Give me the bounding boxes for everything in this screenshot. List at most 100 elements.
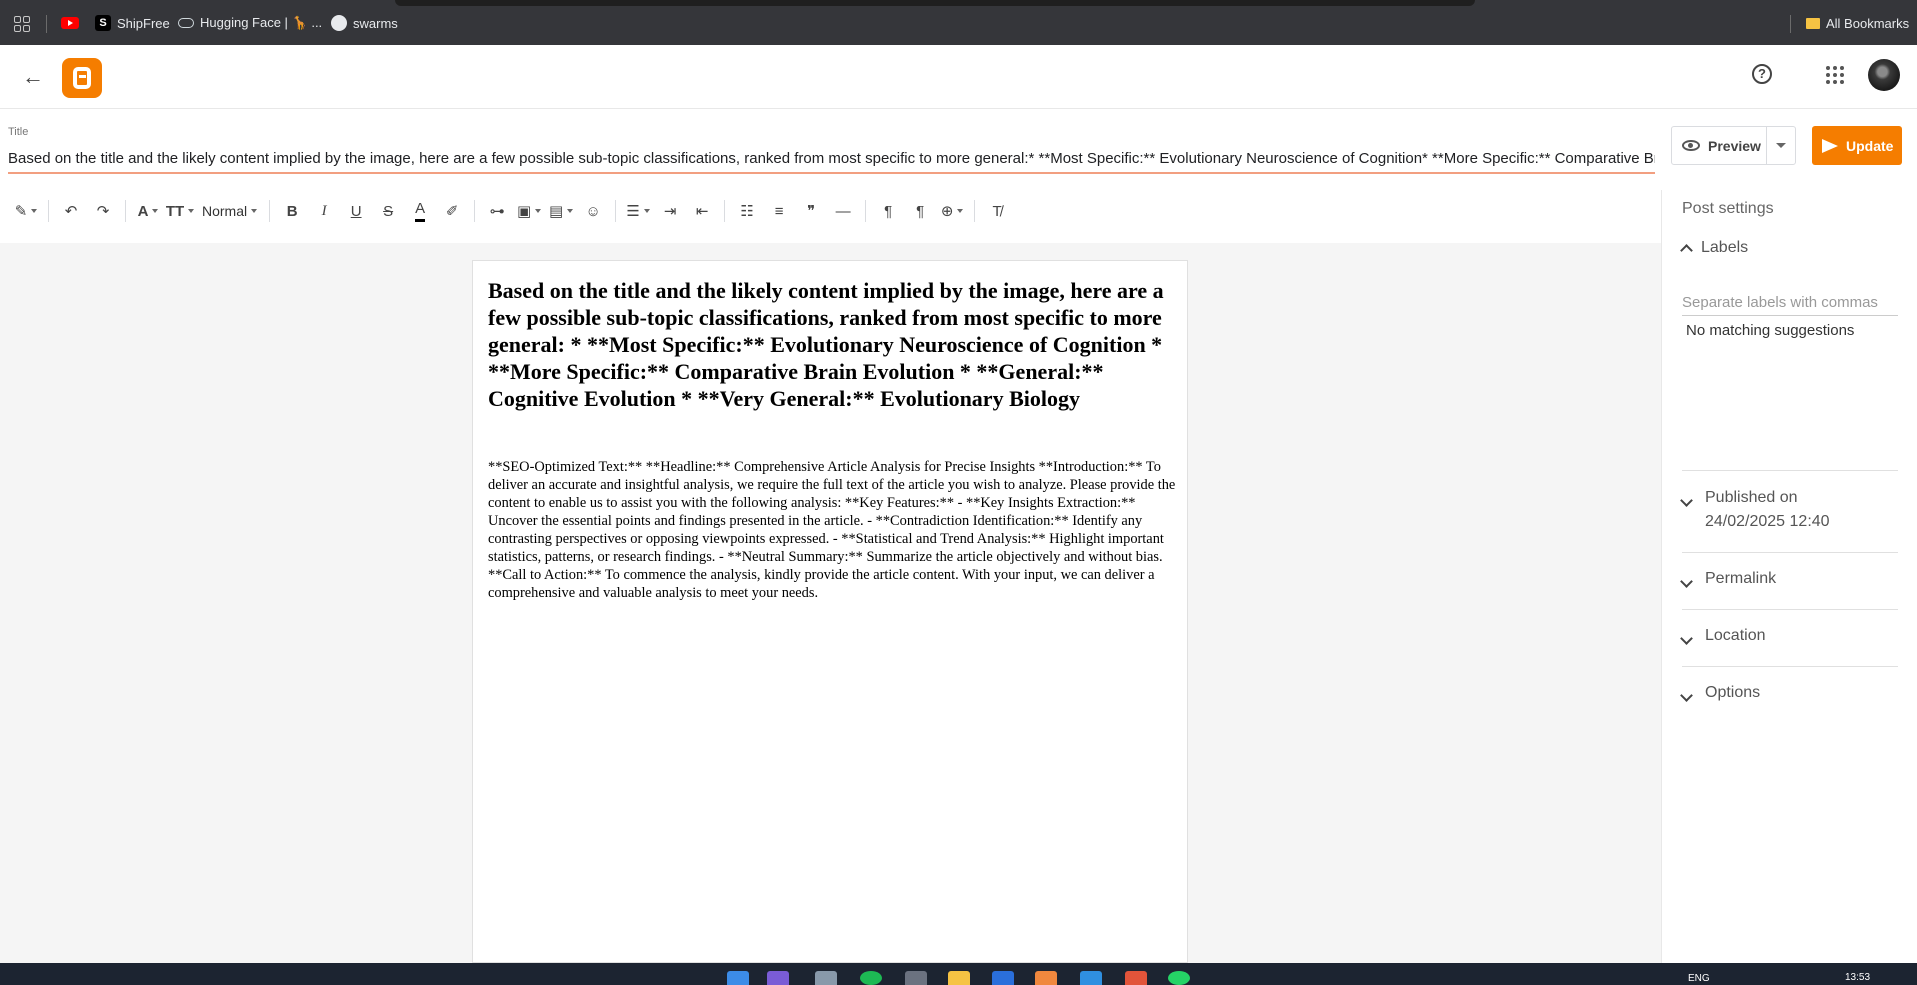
- blogger-logo[interactable]: [62, 58, 102, 98]
- folder-icon: [1806, 17, 1820, 29]
- bookmark-hugging-face[interactable]: Hugging Face | 🦒 ...: [178, 13, 322, 33]
- clear-formatting-icon[interactable]: T̸: [981, 195, 1013, 227]
- permalink-section[interactable]: Permalink: [1680, 567, 1898, 591]
- location-section[interactable]: Location: [1680, 624, 1898, 648]
- chevron-down-icon: [1680, 689, 1693, 702]
- location-label: Location: [1705, 627, 1766, 644]
- emoji-icon[interactable]: ☺: [577, 195, 609, 227]
- whatsapp-icon[interactable]: [1168, 971, 1190, 985]
- editor-toolbar: ✎ ↶ ↷ A TT Normal B I U S A ✐ ⊶ ▣ ▤ ☺ ☰ …: [0, 190, 1660, 232]
- permalink-label: Permalink: [1705, 570, 1777, 587]
- back-arrow-icon[interactable]: ←: [20, 64, 46, 90]
- preview-dropdown-caret-icon[interactable]: [1776, 143, 1786, 148]
- avatar[interactable]: [1868, 59, 1900, 91]
- title-label: Title: [8, 126, 29, 138]
- italic-icon[interactable]: I: [308, 195, 340, 227]
- apps-grid-icon[interactable]: [14, 16, 30, 32]
- all-bookmarks-button[interactable]: All Bookmarks: [1806, 13, 1909, 33]
- post-title-input[interactable]: Based on the title and the likely conten…: [8, 146, 1655, 174]
- options-section[interactable]: Options: [1680, 681, 1898, 705]
- clock[interactable]: 13:53: [1845, 972, 1870, 983]
- language-globe-icon[interactable]: ⊕: [936, 195, 968, 227]
- ltr-direction-icon[interactable]: ¶: [872, 195, 904, 227]
- shipfree-icon: S: [95, 15, 111, 31]
- browser-frame-edge: [395, 0, 1475, 6]
- vscode-icon[interactable]: [1080, 971, 1102, 985]
- file-explorer-icon[interactable]: [948, 971, 970, 985]
- strikethrough-icon[interactable]: S: [372, 195, 404, 227]
- update-button[interactable]: Update: [1812, 126, 1902, 165]
- bulleted-list-icon[interactable]: ☷: [731, 195, 763, 227]
- bookmark-shipfree[interactable]: S ShipFree: [95, 13, 170, 33]
- published-on-date: 24/02/2025 12:40: [1705, 513, 1830, 530]
- app-icon[interactable]: [1035, 971, 1057, 985]
- underline-icon[interactable]: U: [340, 195, 372, 227]
- published-on-section[interactable]: Published on 24/02/2025 12:40: [1680, 486, 1898, 534]
- bookmarks-bar: S ShipFree Hugging Face | 🦒 ... swarms A…: [0, 0, 1917, 45]
- bold-icon[interactable]: B: [276, 195, 308, 227]
- bookmarks-separator: [46, 15, 47, 33]
- os-taskbar: ENG 13:53: [0, 963, 1917, 985]
- highlight-color-icon[interactable]: ✐: [436, 195, 468, 227]
- insert-image-icon[interactable]: ▣: [513, 195, 545, 227]
- insert-video-icon[interactable]: ▤: [545, 195, 577, 227]
- chevron-down-icon: [1680, 494, 1693, 507]
- labels-input[interactable]: [1682, 290, 1898, 316]
- update-label: Update: [1846, 137, 1894, 154]
- options-label: Options: [1705, 684, 1761, 701]
- language-indicator[interactable]: ENG: [1688, 973, 1710, 984]
- github-icon: [331, 15, 347, 31]
- horizontal-rule-icon[interactable]: —: [827, 195, 859, 227]
- bookmarks-separator: [1790, 15, 1791, 33]
- bookmark-label: ShipFree: [117, 15, 170, 31]
- post-heading[interactable]: Based on the title and the likely conten…: [488, 277, 1178, 412]
- chrome-icon[interactable]: [1125, 971, 1147, 985]
- bookmark-swarms[interactable]: swarms: [331, 13, 398, 33]
- preview-button-group: Preview: [1671, 126, 1796, 165]
- undo-icon[interactable]: ↶: [55, 195, 87, 227]
- compose-mode-pencil-icon[interactable]: ✎: [10, 195, 42, 227]
- text-color-icon[interactable]: A: [404, 195, 436, 227]
- font-size-icon[interactable]: TT: [164, 195, 196, 227]
- post-settings-sidebar: Post settings Labels No matching suggest…: [1661, 190, 1917, 963]
- labels-no-suggestions: No matching suggestions: [1686, 322, 1855, 339]
- help-icon[interactable]: ?: [1752, 64, 1772, 84]
- preview-button[interactable]: Preview: [1672, 127, 1767, 164]
- youtube-icon: [61, 17, 79, 29]
- font-family-icon[interactable]: A: [132, 195, 164, 227]
- store-icon[interactable]: [815, 971, 837, 985]
- align-icon[interactable]: ☰: [622, 195, 654, 227]
- outdent-icon[interactable]: ⇤: [686, 195, 718, 227]
- published-on-label: Published on: [1705, 489, 1798, 506]
- link-icon[interactable]: ⊶: [481, 195, 513, 227]
- chevron-down-icon: [1680, 575, 1693, 588]
- post-content-editor[interactable]: Based on the title and the likely conten…: [472, 260, 1188, 963]
- start-icon[interactable]: [727, 971, 749, 985]
- labels-section-toggle[interactable]: Labels: [1680, 239, 1749, 257]
- bookmark-label: swarms: [353, 15, 398, 31]
- post-settings-title: Post settings: [1682, 200, 1774, 217]
- post-body[interactable]: **SEO-Optimized Text:** **Headline:** Co…: [488, 458, 1180, 602]
- paragraph-format-select[interactable]: Normal: [196, 195, 263, 227]
- send-icon: [1822, 138, 1838, 153]
- bookmark-label: Hugging Face | 🦒 ...: [200, 15, 323, 30]
- indent-icon[interactable]: ⇥: [654, 195, 686, 227]
- chevron-down-icon: [1680, 632, 1693, 645]
- rtl-direction-icon[interactable]: ¶: [904, 195, 936, 227]
- labels-title: Labels: [1701, 239, 1749, 256]
- bookmark-youtube[interactable]: [61, 13, 85, 33]
- hugging-face-icon: [178, 18, 194, 28]
- chevron-up-icon: [1680, 244, 1693, 257]
- google-apps-icon[interactable]: [1826, 66, 1844, 84]
- app-header: ← ?: [0, 45, 1917, 109]
- redo-icon[interactable]: ↷: [87, 195, 119, 227]
- spotify-icon[interactable]: [860, 971, 882, 985]
- numbered-list-icon[interactable]: ≡: [763, 195, 795, 227]
- copilot-icon[interactable]: [767, 971, 789, 985]
- all-bookmarks-label: All Bookmarks: [1826, 15, 1910, 31]
- app-icon[interactable]: [905, 971, 927, 985]
- eye-icon: [1682, 140, 1700, 151]
- quote-icon[interactable]: ❞: [795, 195, 827, 227]
- app-icon[interactable]: [992, 971, 1014, 985]
- preview-label: Preview: [1708, 137, 1761, 154]
